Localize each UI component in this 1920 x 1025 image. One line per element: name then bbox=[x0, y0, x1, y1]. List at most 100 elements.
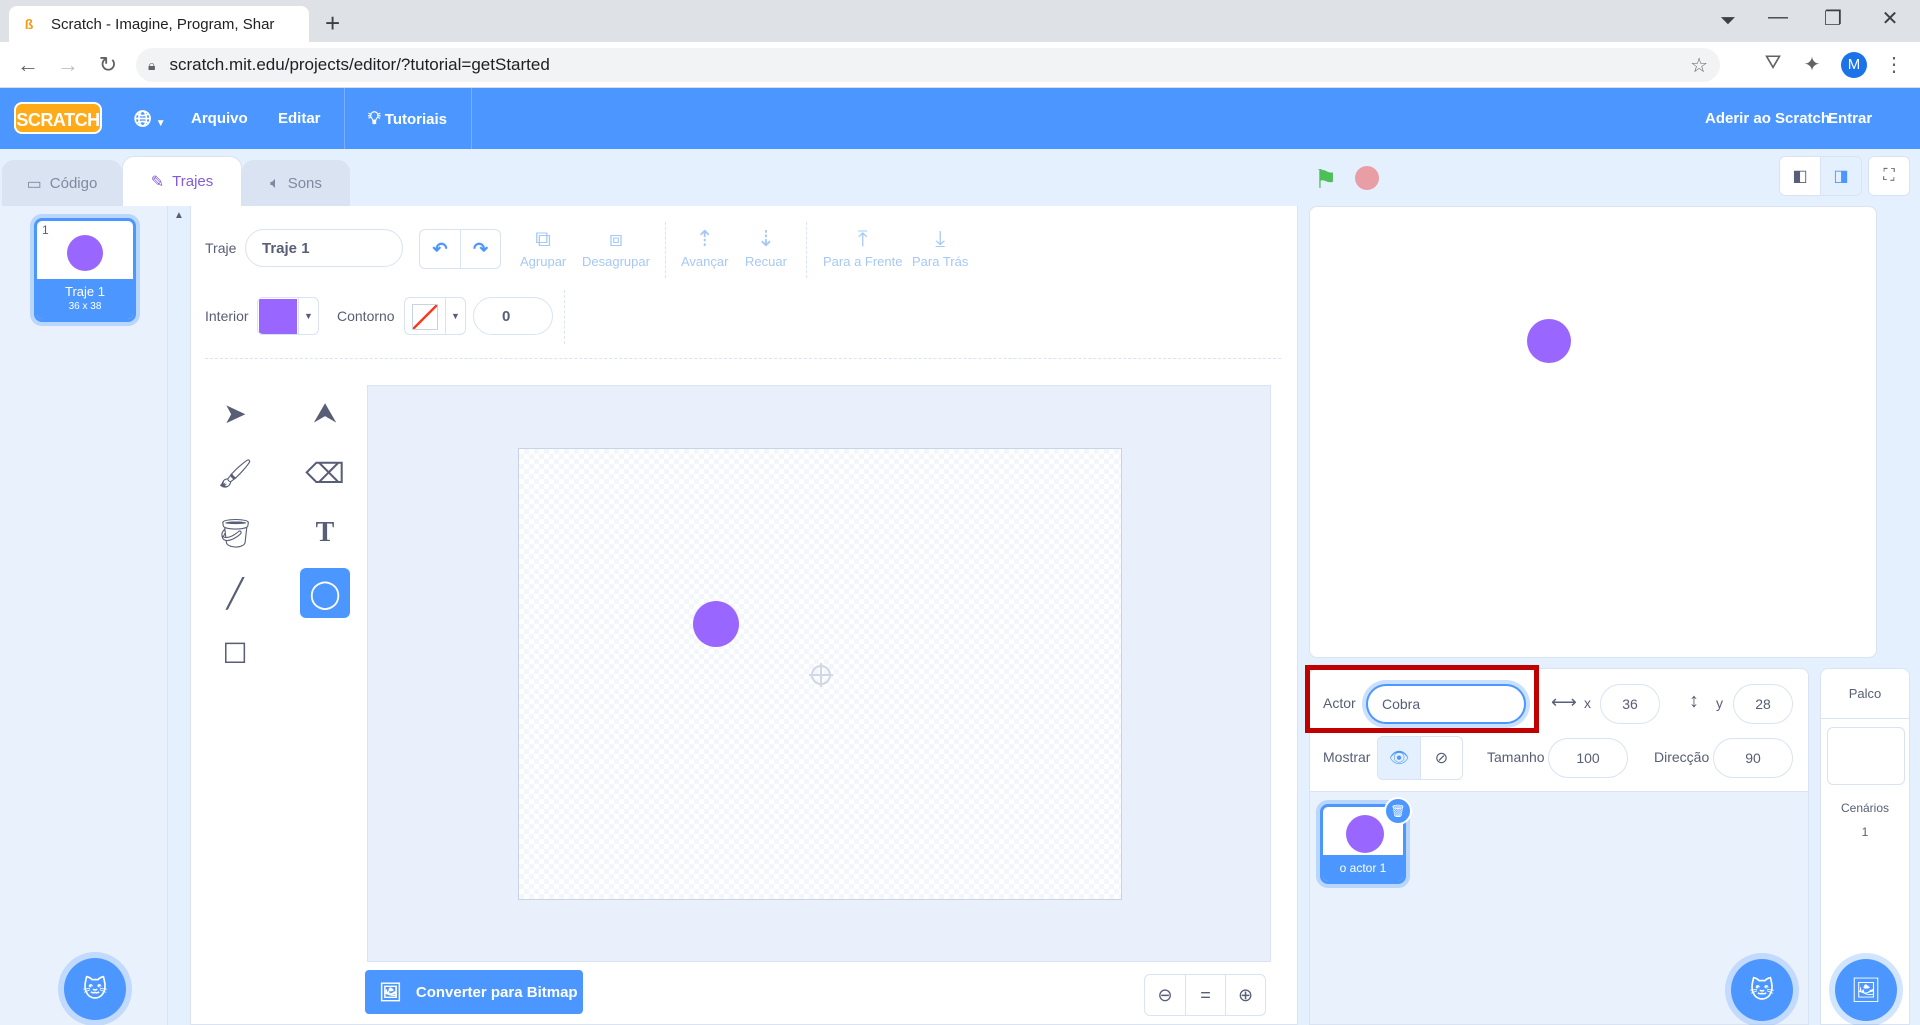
sprite-name: o actor 1 bbox=[1323, 855, 1403, 881]
small-stage-icon[interactable]: ◧ bbox=[1779, 156, 1821, 196]
size-field[interactable]: 100 bbox=[1548, 738, 1628, 778]
choose-sprite-button[interactable]: 🐱︎ bbox=[1731, 959, 1793, 1021]
bookmark-star-icon[interactable]: ☆ bbox=[1690, 53, 1708, 78]
green-flag-icon[interactable]: ⚑ bbox=[1314, 164, 1337, 195]
forward-button[interactable]: ⇡ Avançar bbox=[681, 226, 728, 269]
costume-name: Traje 1 bbox=[65, 284, 105, 299]
costume-number: 1 bbox=[42, 223, 49, 237]
x-label: x bbox=[1584, 695, 1591, 711]
costume-list: 1 Traje 1 36 x 38 🐱︎ bbox=[0, 206, 168, 1025]
tab-code[interactable]: ▭ Código bbox=[2, 160, 122, 206]
to-back-button[interactable]: ⤓ Para Trás bbox=[912, 226, 968, 269]
y-value: 28 bbox=[1755, 696, 1771, 712]
select-icon[interactable]: ➤ bbox=[210, 388, 260, 438]
reload-icon[interactable]: ↻ bbox=[94, 52, 122, 78]
choose-costume-button[interactable]: 🐱︎ bbox=[64, 958, 126, 1020]
delete-sprite-icon[interactable]: 🗑︎ bbox=[1384, 797, 1412, 825]
stage-sprite[interactable] bbox=[1527, 319, 1571, 363]
zoom-out-icon[interactable]: ⊖ bbox=[1145, 975, 1185, 1015]
puzzle-icon[interactable]: ✦ bbox=[1798, 52, 1826, 77]
code-icon: ▭ bbox=[26, 175, 42, 193]
toolbar-divider bbox=[665, 222, 666, 278]
toolbar-divider bbox=[806, 222, 807, 278]
group-label: Agrupar bbox=[520, 254, 567, 269]
backward-button[interactable]: ⇣ Recuar bbox=[745, 226, 787, 269]
outline-color-picker[interactable]: ▼ bbox=[404, 297, 466, 335]
vertical-arrows-icon: ↕ bbox=[1689, 690, 1699, 712]
paint-canvas-area[interactable] bbox=[367, 385, 1271, 962]
scroll-up-icon[interactable]: ▲ bbox=[174, 210, 184, 221]
costume-label: Traje 1 36 x 38 bbox=[37, 279, 133, 319]
language-menu[interactable]: 🌐︎ ▼ bbox=[122, 88, 178, 149]
minimize-icon[interactable]: — bbox=[1763, 6, 1793, 29]
menu-dots-icon[interactable]: ⋮ bbox=[1880, 52, 1908, 77]
globe-icon: 🌐︎ bbox=[134, 106, 152, 131]
stage[interactable] bbox=[1309, 206, 1877, 658]
convert-label: Converter para Bitmap bbox=[415, 983, 578, 1001]
fullscreen-icon[interactable]: ⛶ bbox=[1868, 156, 1910, 196]
brush-tool-icon[interactable]: 🖌︎ bbox=[210, 448, 260, 498]
y-label: y bbox=[1716, 695, 1723, 711]
costume-thumbnail bbox=[67, 235, 103, 271]
tab-costumes[interactable]: ✎ Trajes bbox=[122, 156, 242, 206]
tab-title: Scratch - Imagine, Program, Shar bbox=[51, 15, 275, 33]
direction-field[interactable]: 90 bbox=[1713, 738, 1793, 778]
new-tab-button[interactable]: + bbox=[325, 8, 340, 39]
eye-icon[interactable]: 👁︎ bbox=[1378, 737, 1420, 779]
fill-label: Interior bbox=[205, 308, 249, 324]
convert-to-bitmap-button[interactable]: 🖼︎ Converter para Bitmap bbox=[365, 970, 583, 1014]
choose-backdrop-button[interactable]: 🖼︎ bbox=[1835, 959, 1897, 1021]
forward-label: Avançar bbox=[681, 254, 729, 269]
artboard[interactable] bbox=[518, 448, 1122, 900]
show-label: Mostrar bbox=[1323, 749, 1371, 765]
menu-divider bbox=[344, 88, 345, 149]
sign-in-link[interactable]: Entrar bbox=[1816, 88, 1884, 149]
circle-icon[interactable]: ◯ bbox=[300, 568, 350, 618]
profile-avatar[interactable]: M bbox=[1841, 52, 1867, 78]
scratch-logo[interactable]: SCRATCH bbox=[14, 102, 102, 134]
edit-menu[interactable]: Editar bbox=[266, 88, 333, 149]
y-field[interactable]: 28 bbox=[1733, 684, 1793, 724]
sprite-thumbnail bbox=[1346, 815, 1384, 853]
normal-stage-icon[interactable]: ◨ bbox=[1820, 156, 1862, 196]
undo-icon[interactable]: ↶ bbox=[420, 230, 460, 268]
zoom-in-icon[interactable]: ⊕ bbox=[1225, 975, 1265, 1015]
restore-icon[interactable]: ❐ bbox=[1818, 6, 1848, 31]
image-icon: 🖼︎ bbox=[379, 981, 402, 1002]
ungroup-button[interactable]: ⧈ Desagrupar bbox=[582, 226, 650, 269]
eraser-icon[interactable]: ⌫ bbox=[300, 448, 350, 498]
direction-value: 90 bbox=[1745, 750, 1761, 766]
to-front-button[interactable]: ⤒ Para a Frente bbox=[823, 226, 903, 269]
reshape-icon[interactable]: ⮝ bbox=[300, 388, 350, 438]
file-menu[interactable]: Arquivo bbox=[179, 88, 260, 149]
costume-name-field[interactable]: Traje 1 bbox=[245, 229, 403, 267]
group-icon: ⧉ bbox=[535, 226, 551, 251]
text-icon[interactable]: T bbox=[300, 508, 350, 558]
costume-circle-shape[interactable] bbox=[693, 601, 739, 647]
costume-item[interactable]: 1 Traje 1 36 x 38 bbox=[34, 218, 136, 322]
back-icon[interactable]: ← bbox=[14, 52, 42, 78]
fill-icon[interactable]: 🪣︎ bbox=[210, 508, 260, 558]
redo-icon[interactable]: ↷ bbox=[460, 230, 500, 268]
arrow-down-icon: ⇣ bbox=[756, 226, 776, 251]
tab-sounds[interactable]: 🔈︎ Sons bbox=[242, 160, 350, 206]
browser-tab[interactable]: ß Scratch - Imagine, Program, Shar bbox=[9, 6, 309, 42]
url-field[interactable]: 🔒︎ scratch.mit.edu/projects/editor/?tuto… bbox=[136, 48, 1720, 82]
tab-search-icon[interactable]: ⏷ bbox=[1713, 10, 1743, 33]
forward-icon[interactable]: → bbox=[54, 52, 82, 78]
stop-icon[interactable] bbox=[1355, 166, 1379, 190]
rectangle-icon[interactable]: ☐ bbox=[210, 628, 260, 678]
url-text: scratch.mit.edu/projects/editor/?tutoria… bbox=[169, 55, 550, 74]
line-icon[interactable]: ╱ bbox=[210, 568, 260, 618]
costume-name-label: Traje bbox=[205, 240, 237, 256]
fill-color-picker[interactable]: ▼ bbox=[257, 297, 319, 335]
x-field[interactable]: 36 bbox=[1600, 684, 1660, 724]
close-window-icon[interactable]: ✕ bbox=[1875, 6, 1905, 31]
tutorials-menu[interactable]: 💡︎ Tutoriais bbox=[356, 88, 459, 149]
size-label: Tamanho bbox=[1487, 749, 1545, 765]
outline-width-field[interactable]: 0 bbox=[473, 297, 553, 335]
extension-icon[interactable]: ⛛ bbox=[1759, 52, 1787, 75]
eye-off-icon[interactable]: ⊘ bbox=[1420, 737, 1462, 779]
group-button[interactable]: ⧉ Agrupar bbox=[520, 226, 566, 269]
zoom-reset-icon[interactable]: = bbox=[1185, 975, 1225, 1015]
